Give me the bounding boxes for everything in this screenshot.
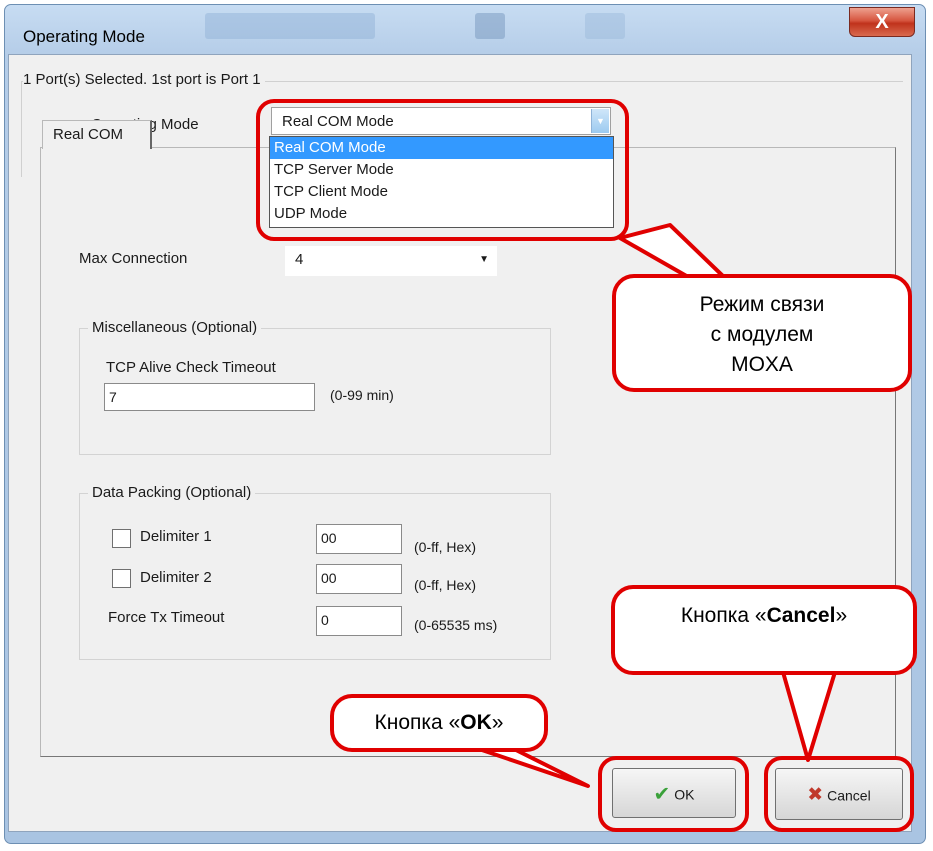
ok-callout-suffix: » xyxy=(491,711,504,734)
cancel-callout-pointer xyxy=(781,670,837,762)
cancel-callout: Кнопка «Cancel» xyxy=(611,585,917,675)
cancel-callout-bold: Cancel xyxy=(766,604,836,627)
mode-callout-pointer xyxy=(618,223,727,280)
mode-callout-line2: с модулем xyxy=(710,323,814,346)
mode-callout-line1: Режим связи xyxy=(699,293,825,316)
cancel-callout-suffix: » xyxy=(835,604,848,627)
mode-highlight-box xyxy=(256,99,629,241)
ok-highlight-box xyxy=(598,756,749,832)
mode-callout: Режим связи с модулем MOXA xyxy=(612,274,912,392)
cancel-highlight-box xyxy=(764,756,914,832)
ok-callout-pointer xyxy=(474,746,590,788)
ok-callout: Кнопка «OK» xyxy=(330,694,548,752)
cancel-callout-prefix: Кнопка « xyxy=(680,604,767,627)
ok-callout-prefix: Кнопка « xyxy=(374,711,461,734)
mode-callout-line3: MOXA xyxy=(731,353,793,376)
ok-callout-bold: OK xyxy=(460,711,492,734)
